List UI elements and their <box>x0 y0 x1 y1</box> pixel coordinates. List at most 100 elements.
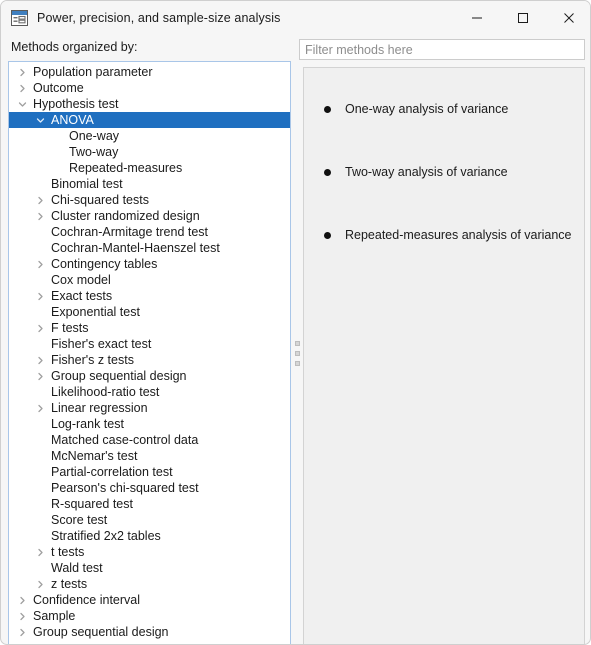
bullet-icon <box>324 105 331 113</box>
chevron-placeholder-icon <box>34 480 47 496</box>
tree-item-cluster-randomized-design[interactable]: Cluster randomized design <box>9 208 290 224</box>
chevron-right-icon[interactable] <box>34 544 47 560</box>
tree-item-sample[interactable]: Sample <box>9 608 290 624</box>
chevron-right-icon[interactable] <box>16 608 29 624</box>
application-window: Power, precision, and sample-size analys… <box>0 0 591 645</box>
tree-item-matched-case-control-data[interactable]: Matched case-control data <box>9 432 290 448</box>
tree-item-label: Likelihood-ratio test <box>51 385 160 399</box>
tree-item-label: Pearson's chi-squared test <box>51 481 199 495</box>
tree-item-label: Confidence interval <box>33 593 141 607</box>
tree-item-stratified-2x2-tables[interactable]: Stratified 2x2 tables <box>9 528 290 544</box>
tree-item-outcome[interactable]: Outcome <box>9 80 290 96</box>
tree-item-fisher-s-exact-test[interactable]: Fisher's exact test <box>9 336 290 352</box>
tree-item-label: Population parameter <box>33 65 153 79</box>
methods-tree-panel[interactable]: Population parameter Outcome Hypothesis te… <box>8 61 291 644</box>
chevron-placeholder-icon <box>34 240 47 256</box>
tree-item-binomial-test[interactable]: Binomial test <box>9 176 290 192</box>
tree-item-population-parameter[interactable]: Population parameter <box>9 64 290 80</box>
tree-item-label: Binomial test <box>51 177 123 191</box>
result-item-label: One-way analysis of variance <box>345 102 509 116</box>
tree-item-repeated-measures[interactable]: Repeated-measures <box>9 160 290 176</box>
method-results-panel: One-way analysis of variance Two-way anal… <box>303 67 585 644</box>
chevron-right-icon[interactable] <box>16 592 29 608</box>
tree-item-z-tests[interactable]: z tests <box>9 576 290 592</box>
tree-item-label: Exact tests <box>51 289 113 303</box>
tree-item-label: Cox model <box>51 273 111 287</box>
tree-item-label: t tests <box>51 545 85 559</box>
tree-item-label: Outcome <box>33 81 84 95</box>
tree-item-likelihood-ratio-test[interactable]: Likelihood-ratio test <box>9 384 290 400</box>
methods-tree[interactable]: Population parameter Outcome Hypothesis te… <box>9 62 290 640</box>
tree-item-f-tests[interactable]: F tests <box>9 320 290 336</box>
tree-item-one-way[interactable]: One-way <box>9 128 290 144</box>
result-item[interactable]: Two-way analysis of variance <box>324 165 508 179</box>
tree-item-label: Cluster randomized design <box>51 209 200 223</box>
chevron-right-icon[interactable] <box>34 192 47 208</box>
grip-dot <box>295 351 300 356</box>
tree-item-contingency-tables[interactable]: Contingency tables <box>9 256 290 272</box>
tree-item-t-tests[interactable]: t tests <box>9 544 290 560</box>
tree-item-label: Score test <box>51 513 108 527</box>
tree-item-label: Hypothesis test <box>33 97 119 111</box>
chevron-placeholder-icon <box>34 448 47 464</box>
tree-item-hypothesis-test[interactable]: Hypothesis test <box>9 96 290 112</box>
chevron-right-icon[interactable] <box>34 352 47 368</box>
tree-item-confidence-interval[interactable]: Confidence interval <box>9 592 290 608</box>
tree-item-anova[interactable]: ANOVA <box>9 112 290 128</box>
chevron-right-icon[interactable] <box>34 208 47 224</box>
title-bar: Power, precision, and sample-size analys… <box>1 1 590 34</box>
tree-item-log-rank-test[interactable]: Log-rank test <box>9 416 290 432</box>
panel-splitter[interactable] <box>292 61 303 644</box>
tree-item-label: Chi-squared tests <box>51 193 149 207</box>
chevron-right-icon[interactable] <box>16 80 29 96</box>
tree-item-chi-squared-tests[interactable]: Chi-squared tests <box>9 192 290 208</box>
filter-methods-input[interactable] <box>299 39 585 60</box>
chevron-right-icon[interactable] <box>16 64 29 80</box>
tree-item-label: Two-way <box>69 145 119 159</box>
chevron-right-icon[interactable] <box>34 320 47 336</box>
tree-item-exact-tests[interactable]: Exact tests <box>9 288 290 304</box>
tree-item-exponential-test[interactable]: Exponential test <box>9 304 290 320</box>
tree-item-label: Log-rank test <box>51 417 124 431</box>
tree-item-cochran-mantel-haenszel-test[interactable]: Cochran-Mantel-Haenszel test <box>9 240 290 256</box>
methods-organized-by-label: Methods organized by: <box>11 40 138 54</box>
tree-item-label: Exponential test <box>51 305 140 319</box>
window-controls <box>454 1 590 34</box>
grip-dot <box>295 361 300 366</box>
result-item-label: Two-way analysis of variance <box>345 165 508 179</box>
tree-item-fisher-s-z-tests[interactable]: Fisher's z tests <box>9 352 290 368</box>
tree-item-label: Linear regression <box>51 401 148 415</box>
chevron-placeholder-icon <box>52 160 65 176</box>
chevron-placeholder-icon <box>34 304 47 320</box>
result-item[interactable]: Repeated-measures analysis of variance <box>324 228 572 242</box>
tree-item-cox-model[interactable]: Cox model <box>9 272 290 288</box>
tree-item-r-squared-test[interactable]: R-squared test <box>9 496 290 512</box>
chevron-right-icon[interactable] <box>16 624 29 640</box>
tree-item-label: Group sequential design <box>51 369 187 383</box>
tree-item-two-way[interactable]: Two-way <box>9 144 290 160</box>
tree-item-score-test[interactable]: Score test <box>9 512 290 528</box>
tree-item-group-sequential-design[interactable]: Group sequential design <box>9 368 290 384</box>
chevron-right-icon[interactable] <box>34 400 47 416</box>
tree-item-label: Sample <box>33 609 76 623</box>
tree-item-wald-test[interactable]: Wald test <box>9 560 290 576</box>
tree-item-label: R-squared test <box>51 497 133 511</box>
chevron-right-icon[interactable] <box>34 368 47 384</box>
tree-item-pearson-s-chi-squared-test[interactable]: Pearson's chi-squared test <box>9 480 290 496</box>
maximize-button[interactable] <box>500 1 546 34</box>
chevron-right-icon[interactable] <box>34 256 47 272</box>
chevron-down-icon[interactable] <box>16 96 29 112</box>
chevron-right-icon[interactable] <box>34 288 47 304</box>
close-button[interactable] <box>546 1 590 34</box>
tree-item-label: F tests <box>51 321 89 335</box>
chevron-down-icon[interactable] <box>34 112 47 128</box>
splitter-grip-icon[interactable] <box>295 341 300 366</box>
tree-item-cochran-armitage-trend-test[interactable]: Cochran-Armitage trend test <box>9 224 290 240</box>
minimize-button[interactable] <box>454 1 500 34</box>
result-item[interactable]: One-way analysis of variance <box>324 102 508 116</box>
tree-item-linear-regression[interactable]: Linear regression <box>9 400 290 416</box>
tree-item-group-sequential-design[interactable]: Group sequential design <box>9 624 290 640</box>
tree-item-partial-correlation-test[interactable]: Partial-correlation test <box>9 464 290 480</box>
tree-item-mcnemar-s-test[interactable]: McNemar's test <box>9 448 290 464</box>
chevron-right-icon[interactable] <box>34 576 47 592</box>
